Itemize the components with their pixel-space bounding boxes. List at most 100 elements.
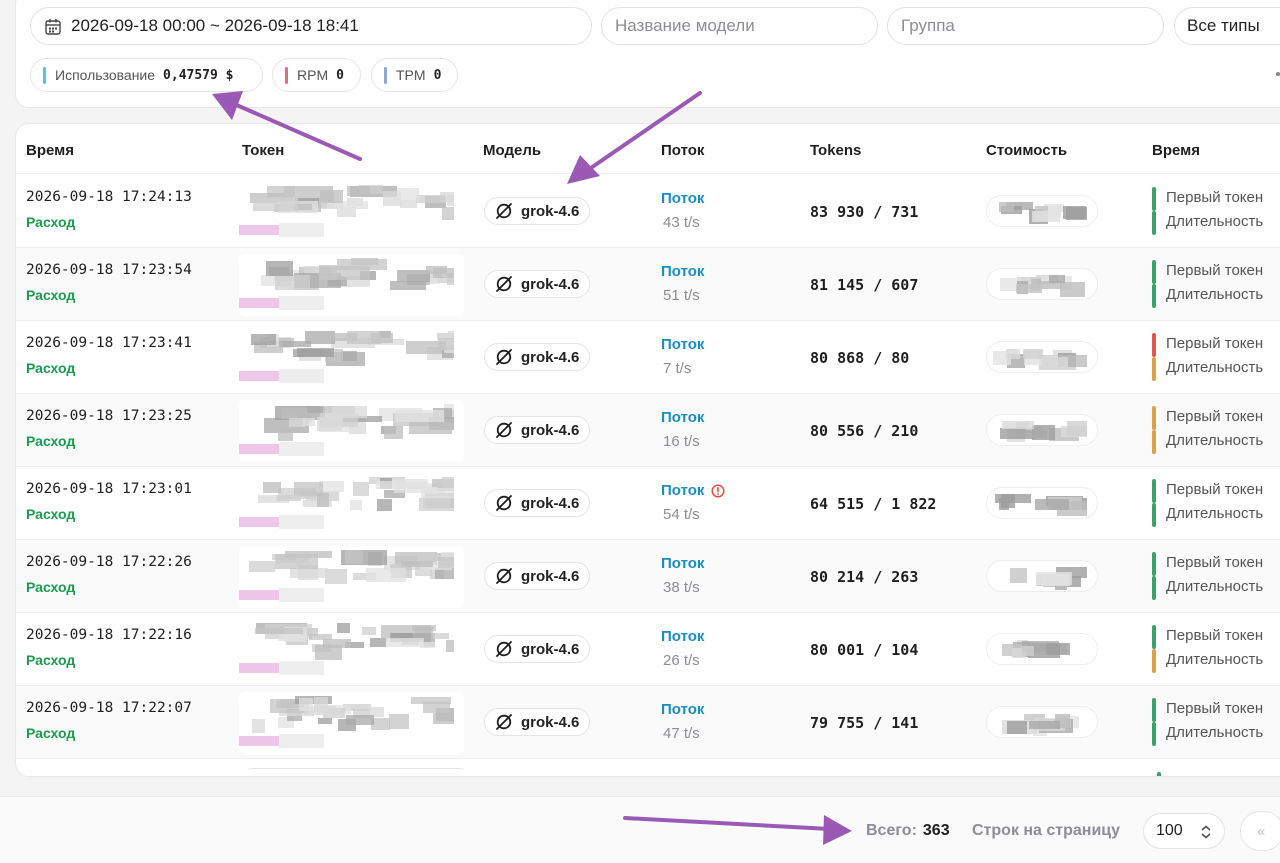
calendar-icon — [45, 18, 61, 35]
model-name: grok-4.6 — [521, 202, 580, 220]
table-row[interactable]: 2026-09-18 17:23:54 Расход grok-4.6 Пото… — [16, 248, 1280, 321]
header-timing[interactable]: Время — [1152, 142, 1200, 159]
token-redacted — [239, 692, 464, 754]
first-page-button[interactable]: « — [1240, 811, 1280, 851]
token-counts: 81 145 / 607 — [810, 276, 919, 294]
model-name: grok-4.6 — [521, 713, 580, 731]
group-placeholder: Группа — [901, 16, 955, 35]
model-tag[interactable]: grok-4.6 — [484, 270, 591, 298]
warning-circle-icon[interactable] — [711, 483, 725, 498]
table-row[interactable]: 2026-09-18 17:23:25 Расход grok-4.6 Пото… — [16, 394, 1280, 467]
first-token-indicator — [1152, 625, 1156, 649]
token-redacted — [239, 546, 464, 608]
stream-label: Поток — [661, 409, 704, 426]
header-stream[interactable]: Поток — [661, 142, 704, 159]
header-cost[interactable]: Стоимость — [986, 142, 1067, 159]
stream-label: Поток — [661, 190, 704, 207]
token-counts: 83 930 / 731 — [810, 203, 919, 221]
rpm-value: 0 — [336, 67, 344, 83]
header-tokens[interactable]: Tokens — [810, 142, 861, 159]
group-input[interactable]: Группа — [887, 7, 1164, 45]
duration-indicator — [1152, 357, 1156, 381]
grok-logo-icon — [496, 349, 512, 365]
row-type: Расход — [26, 652, 76, 668]
page-size-select[interactable]: 100 — [1143, 813, 1225, 849]
model-tag[interactable]: grok-4.6 — [484, 197, 591, 225]
model-tag[interactable]: grok-4.6 — [484, 416, 591, 444]
rpm-indicator — [285, 66, 288, 84]
first-token-indicator — [1152, 260, 1156, 284]
model-tag[interactable]: grok-4.6 — [484, 343, 591, 371]
total-label: Всего: — [866, 822, 917, 839]
token-redacted — [239, 619, 464, 681]
first-token-label: Первый токен — [1166, 627, 1264, 644]
model-name: grok-4.6 — [521, 275, 580, 293]
stream-speed: 16 t/s — [663, 433, 700, 450]
model-tag[interactable]: grok-4.6 — [484, 635, 591, 663]
row-type: Расход — [26, 287, 76, 303]
model-name-input[interactable]: Название модели — [601, 7, 878, 45]
tpm-stat-chip: TPM 0 — [371, 58, 458, 92]
grok-logo-icon — [496, 495, 512, 511]
stream-text: Поток — [661, 409, 705, 426]
stream-text: Поток — [661, 701, 705, 718]
tpm-indicator — [384, 66, 387, 84]
cost-redacted — [986, 268, 1098, 300]
token-counts: 80 868 / 80 — [810, 349, 910, 367]
stream-label: Поток — [661, 701, 704, 718]
date-range-picker[interactable]: 2026-09-18 00:00 ~ 2026-09-18 18:41 — [30, 7, 592, 45]
type-select[interactable]: Все типы — [1174, 7, 1280, 45]
table-row[interactable]: 2026-09-18 17:23:41 Расход grok-4.6 Пото… — [16, 321, 1280, 394]
header-model[interactable]: Модель — [483, 142, 541, 159]
stream-speed: 26 t/s — [663, 652, 700, 669]
model-tag[interactable]: grok-4.6 — [484, 562, 591, 590]
first-token-indicator — [1152, 479, 1156, 503]
table-row[interactable]: 2026-09-18 17:24:13 Расход grok-4.6 Пото… — [16, 175, 1280, 248]
first-token-indicator — [1152, 187, 1156, 211]
first-token-label: Первый токен — [1166, 189, 1264, 206]
cost-redacted — [986, 414, 1098, 446]
tpm-value: 0 — [433, 67, 442, 83]
token-redacted — [239, 181, 464, 243]
logs-table: Время Токен Модель Поток Tokens Стоимост… — [15, 123, 1280, 777]
stream-speed: 54 t/s — [663, 506, 700, 523]
duration-indicator — [1152, 211, 1156, 235]
token-counts: 80 001 / 104 — [810, 641, 919, 659]
table-row[interactable]: 2026-09-18 17:22:26 Расход grok-4.6 Пото… — [16, 540, 1280, 613]
row-time: 2026-09-18 17:22:26 — [26, 554, 192, 570]
chevron-up-down-icon — [1201, 825, 1211, 839]
row-time: 2026-09-18 17:23:25 — [26, 408, 192, 424]
stream-text: Поток — [661, 555, 705, 572]
model-tag[interactable]: grok-4.6 — [484, 708, 591, 736]
cost-redacted — [986, 633, 1098, 665]
table-row[interactable]: 2026-09-18 17:22:16 Расход grok-4.6 Пото… — [16, 613, 1280, 686]
header-token[interactable]: Токен — [242, 142, 284, 159]
timing-info: Первый токен 4 Длительность 1 — [1152, 187, 1280, 237]
table-row[interactable]: 2026-09-18 17:22:07 Расход grok-4.6 Пото… — [16, 686, 1280, 759]
model-name: grok-4.6 — [521, 348, 580, 366]
token-counts: 80 214 / 263 — [810, 568, 919, 586]
timing-info: Первый токен 9 Длительность 1 — [1152, 406, 1280, 456]
date-range-value: 2026-09-18 00:00 ~ 2026-09-18 18:41 — [71, 16, 359, 35]
stream-label: Поток — [661, 482, 725, 499]
grok-logo-icon — [496, 203, 512, 219]
total-count: Всего: 363 — [866, 822, 950, 840]
model-name: grok-4.6 — [521, 567, 580, 585]
collapse-dot[interactable] — [1276, 72, 1280, 76]
table-row[interactable]: 2026-09-18 17:23:01 Расход grok-4.6 Пото… — [16, 467, 1280, 540]
duration-label: Длительность — [1166, 505, 1264, 522]
usage-stat-chip: Использование 0,47579 $ — [30, 58, 263, 92]
first-token-indicator — [1152, 333, 1156, 357]
duration-label: Длительность — [1166, 286, 1264, 303]
first-token-label: Первый токен — [1166, 335, 1264, 352]
timing-info: Первый токен 1 Длительность 1 — [1152, 333, 1280, 383]
model-tag[interactable]: grok-4.6 — [484, 489, 591, 517]
token-redacted — [239, 400, 464, 462]
token-counts: 64 515 / 1 822 — [810, 495, 937, 513]
cost-redacted — [986, 341, 1098, 373]
rows-per-page-label: Строк на страницу — [972, 822, 1121, 839]
first-token-label: Первый токен — [1166, 481, 1264, 498]
timing-info: Первый токен 4 Длительность 3 — [1152, 479, 1280, 529]
token-redacted — [239, 473, 464, 535]
header-time[interactable]: Время — [26, 142, 74, 159]
